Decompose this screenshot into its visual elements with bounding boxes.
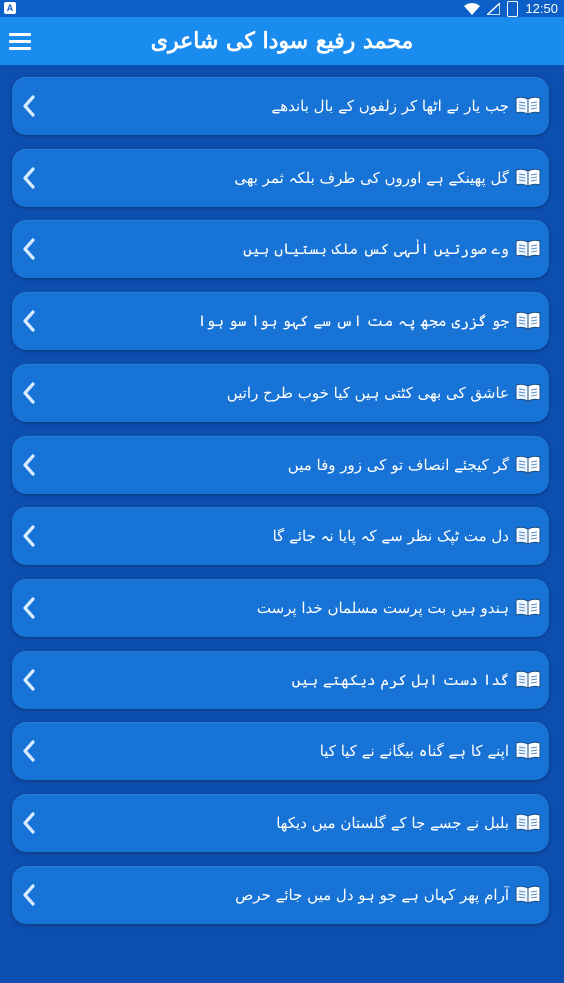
list-item-label: گر کیجئے انصاف تو کی زور وفا میں: [287, 456, 509, 474]
app-title: محمد رفیع سودا کی شاعری: [150, 28, 414, 54]
list-item[interactable]: وے صورتیں الٰہی کس ملک بستیاں ہیں: [12, 220, 549, 278]
open-book-icon: [515, 454, 541, 474]
open-book-icon: [515, 167, 541, 187]
open-book-icon: [515, 740, 541, 760]
battery-icon: [507, 0, 519, 17]
list-item[interactable]: گدا دست اہل کرم دیکھتے ہیں: [12, 651, 549, 709]
signal-icon: [487, 2, 501, 15]
open-book-icon: [515, 597, 541, 617]
open-book-icon: [515, 884, 541, 904]
list-item-label: اپنے کا ہے گناہ بیگانے نے کیا کیا: [319, 742, 509, 760]
chevron-left-icon: [22, 579, 42, 637]
open-book-icon: [515, 310, 541, 330]
list-item-label: جب یار نے اٹھا کر زلفوں کے بال باندھے: [271, 97, 509, 115]
open-book-icon: [515, 95, 541, 115]
app-bar: محمد رفیع سودا کی شاعری: [0, 17, 564, 65]
list-item-label: وے صورتیں الٰہی کس ملک بستیاں ہیں: [243, 240, 509, 258]
list-item[interactable]: دل مت ٹپک نظر سے کہ پایا نہ جائے گا: [12, 507, 549, 565]
chevron-left-icon: [22, 364, 42, 422]
list-item-label: ہندو ہیں بت پرست مسلماں خدا پرست: [256, 599, 509, 617]
status-icons: 12:50: [464, 0, 558, 17]
list-item-label: گدا دست اہل کرم دیکھتے ہیں: [291, 671, 509, 689]
chevron-left-icon: [22, 220, 42, 278]
poem-list: جب یار نے اٹھا کر زلفوں کے بال باندھے گل …: [0, 65, 564, 983]
chevron-left-icon: [22, 77, 42, 135]
list-item-label: آرام پھر کہاں ہے جو ہو دل میں جائے حرص: [235, 886, 509, 904]
list-item[interactable]: جو گزری مجھ پہ مت اس سے کہو ہوا سو ہوا: [12, 292, 549, 350]
list-item-label: عاشق کی بھی کٹتی ہیں کیا خوب طرح راتیں: [226, 384, 509, 402]
list-item[interactable]: گل پھینکے ہے اوروں کی طرف بلکہ ثمر بھی: [12, 149, 549, 207]
list-item[interactable]: جب یار نے اٹھا کر زلفوں کے بال باندھے: [12, 77, 549, 135]
chevron-left-icon: [22, 794, 42, 852]
open-book-icon: [515, 669, 541, 689]
open-book-icon: [515, 238, 541, 258]
chevron-left-icon: [22, 722, 42, 780]
list-item[interactable]: بلبل نے جسے جا کے گلستان میں دیکھا: [12, 794, 549, 852]
list-item-label: بلبل نے جسے جا کے گلستان میں دیکھا: [276, 814, 509, 832]
notification-badge: A: [4, 2, 16, 14]
open-book-icon: [515, 382, 541, 402]
list-item[interactable]: اپنے کا ہے گناہ بیگانے نے کیا کیا: [12, 722, 549, 780]
status-bar: A 12:50: [0, 0, 564, 17]
chevron-left-icon: [22, 866, 42, 924]
list-item[interactable]: ہندو ہیں بت پرست مسلماں خدا پرست: [12, 579, 549, 637]
clock: 12:50: [525, 1, 558, 16]
chevron-left-icon: [22, 436, 42, 494]
list-item-label: جو گزری مجھ پہ مت اس سے کہو ہوا سو ہوا: [197, 312, 509, 330]
list-item-label: دل مت ٹپک نظر سے کہ پایا نہ جائے گا: [272, 527, 509, 545]
list-item-label: گل پھینکے ہے اوروں کی طرف بلکہ ثمر بھی: [234, 169, 509, 187]
list-item[interactable]: گر کیجئے انصاف تو کی زور وفا میں: [12, 436, 549, 494]
wifi-icon: [464, 2, 481, 15]
open-book-icon: [515, 812, 541, 832]
chevron-left-icon: [22, 292, 42, 350]
open-book-icon: [515, 525, 541, 545]
chevron-left-icon: [22, 651, 42, 709]
list-item[interactable]: عاشق کی بھی کٹتی ہیں کیا خوب طرح راتیں: [12, 364, 549, 422]
chevron-left-icon: [22, 149, 42, 207]
list-item[interactable]: آرام پھر کہاں ہے جو ہو دل میں جائے حرص: [12, 866, 549, 924]
chevron-left-icon: [22, 507, 42, 565]
